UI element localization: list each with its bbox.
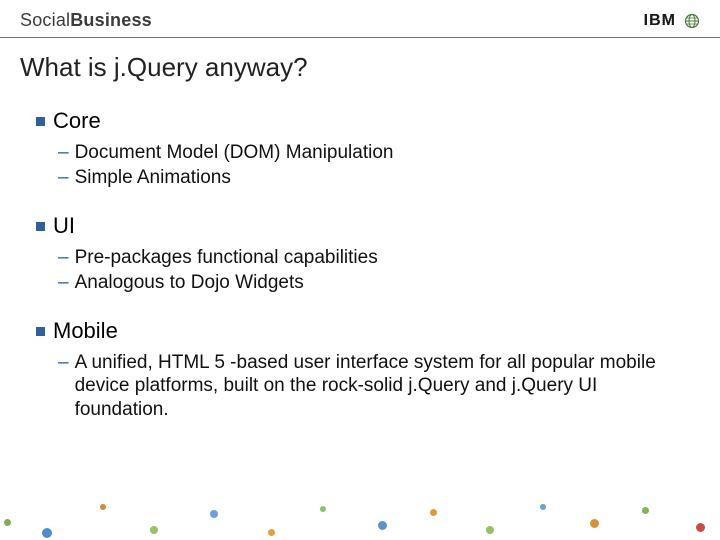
brand-logo: SocialBusiness	[20, 10, 152, 31]
section-title: Core	[53, 107, 101, 135]
dash-icon: –	[58, 166, 69, 190]
section-mobile: Mobile –A unified, HTML 5 -based user in…	[36, 317, 692, 422]
square-bullet-icon	[36, 117, 45, 126]
content: Core –Document Model (DOM) Manipulation …	[0, 107, 720, 422]
square-bullet-icon	[36, 222, 45, 231]
list-item: –Analogous to Dojo Widgets	[58, 271, 692, 295]
ibm-block: IBM	[644, 12, 700, 30]
square-bullet-icon	[36, 327, 45, 336]
dash-icon: –	[58, 246, 69, 270]
section-title: UI	[53, 212, 75, 240]
header-bar: SocialBusiness IBM	[0, 0, 720, 38]
decorative-dots	[0, 494, 720, 540]
section-core: Core –Document Model (DOM) Manipulation …	[36, 107, 692, 190]
globe-icon	[684, 13, 700, 29]
list-item-text: Analogous to Dojo Widgets	[75, 271, 304, 295]
list-item-text: A unified, HTML 5 -based user interface …	[75, 351, 692, 422]
brand-word-1: Social	[20, 10, 70, 30]
section-title: Mobile	[53, 317, 118, 345]
list-item-text: Simple Animations	[75, 166, 231, 190]
brand-word-2: Business	[70, 10, 152, 30]
slide: SocialBusiness IBM What is j.Query anywa…	[0, 0, 720, 540]
dash-icon: –	[58, 351, 69, 422]
list-item: –Simple Animations	[58, 166, 692, 190]
ibm-logo: IBM	[644, 12, 676, 30]
dash-icon: –	[58, 141, 69, 165]
list-item-text: Document Model (DOM) Manipulation	[75, 141, 394, 165]
list-item: –Document Model (DOM) Manipulation	[58, 141, 692, 165]
list-item: –Pre-packages functional capabilities	[58, 246, 692, 270]
section-ui: UI –Pre-packages functional capabilities…	[36, 212, 692, 295]
list-item-text: Pre-packages functional capabilities	[75, 246, 378, 270]
page-title: What is j.Query anyway?	[0, 38, 720, 107]
dash-icon: –	[58, 271, 69, 295]
list-item: –A unified, HTML 5 -based user interface…	[58, 351, 692, 422]
